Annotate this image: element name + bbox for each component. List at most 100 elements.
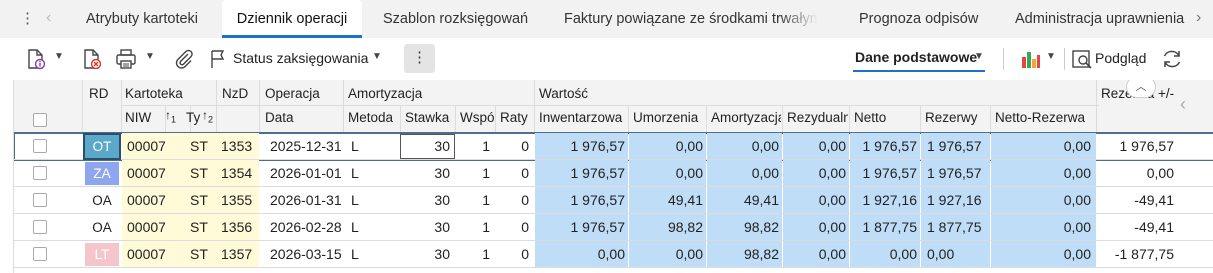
table-row[interactable]: OT000072ST13532025-12-31L30101 976,570,0… — [14, 132, 1213, 161]
date-cell[interactable]: 2026-03-15 — [260, 241, 343, 268]
coef-cell[interactable]: 1 — [456, 160, 495, 187]
tab-faktury-powiazane[interactable]: Faktury powiązane ze środkami trwałymi — [564, 0, 818, 38]
chevron-down-icon[interactable]: ▼ — [974, 51, 984, 62]
sort-asc-icon[interactable]: ↑2 — [202, 108, 213, 124]
tab-administracja-uprawnienia[interactable]: Administracja uprawnienia — [1015, 0, 1185, 38]
coef-cell[interactable]: 1 — [456, 187, 495, 214]
amortization-cell[interactable]: 0,00 — [707, 133, 782, 160]
reserve-change-cell[interactable]: 1 976,57 — [1097, 133, 1177, 160]
reserve-change-cell[interactable]: -1 877,75 — [1097, 241, 1177, 268]
niw-cell[interactable]: 000072 — [122, 241, 165, 268]
residual-cell[interactable]: 0,00 — [783, 241, 849, 268]
tabs-scroll-left-icon[interactable]: ‹ — [46, 9, 51, 27]
table-row[interactable]: OA000072ST13552026-01-31L30101 976,5749,… — [14, 187, 1213, 214]
document-delete-icon[interactable] — [81, 48, 103, 70]
net-reserve-cell[interactable]: 0,00 — [991, 160, 1096, 187]
amortization-cell[interactable]: 98,82 — [707, 241, 782, 268]
refresh-icon[interactable] — [1160, 48, 1184, 70]
installments-cell[interactable]: 0 — [496, 241, 534, 268]
date-cell[interactable]: 2026-01-31 — [260, 187, 343, 214]
table-row[interactable]: ZA000072ST13542026-01-01L30101 976,570,0… — [14, 160, 1213, 187]
net-reserve-cell[interactable]: 0,00 — [991, 214, 1096, 241]
residual-cell[interactable]: 0,00 — [783, 133, 849, 160]
row-checkbox[interactable] — [33, 139, 47, 153]
inventory-value-cell[interactable]: 1 976,57 — [535, 214, 628, 241]
reserves-cell[interactable]: 1 877,75 — [921, 214, 990, 241]
amortization-cell[interactable]: 0,00 — [707, 160, 782, 187]
type-cell[interactable]: ST — [165, 214, 216, 241]
header-niw[interactable]: NIW — [125, 110, 151, 125]
tabs-scroll-right-icon[interactable]: › — [1196, 9, 1201, 27]
coef-cell[interactable]: 1 — [456, 133, 495, 160]
installments-cell[interactable]: 0 — [496, 133, 534, 160]
inventory-value-cell[interactable]: 1 976,57 — [535, 187, 628, 214]
net-cell[interactable]: 0,00 — [850, 241, 920, 268]
scroll-left-icon[interactable]: ‹ — [1180, 94, 1186, 115]
header-inwentarzowa[interactable]: Inwentarzowa — [539, 110, 627, 125]
table-row[interactable]: OA000072ST13562026-02-28L30101 976,5798,… — [14, 214, 1213, 241]
header-rd[interactable]: RD — [89, 86, 109, 101]
type-cell[interactable]: ST — [165, 241, 216, 268]
amortization-cell[interactable]: 49,41 — [707, 187, 782, 214]
chevron-down-icon[interactable]: ▼ — [372, 51, 382, 62]
date-cell[interactable]: 2025-12-31 — [260, 133, 343, 160]
nzd-cell[interactable]: 1353 — [216, 133, 259, 160]
method-cell[interactable]: L — [344, 187, 400, 214]
preview-button[interactable]: Podgląd — [1095, 50, 1146, 66]
row-checkbox[interactable] — [33, 193, 47, 207]
header-metoda[interactable]: Metoda — [348, 110, 398, 125]
status-zaksiegowania-dropdown[interactable]: Status zaksięgowania — [233, 50, 368, 66]
tab-szablon-rozksiegowan[interactable]: Szablon rozksięgowań — [383, 0, 528, 38]
residual-cell[interactable]: 0,00 — [783, 160, 849, 187]
tab-prognoza-odpisow[interactable]: Prognoza odpisów — [859, 0, 978, 38]
reserves-cell[interactable]: 0,00 — [921, 241, 990, 268]
residual-cell[interactable]: 0,00 — [783, 187, 849, 214]
reserves-cell[interactable]: 1 927,16 — [921, 187, 990, 214]
tab-dziennik-operacji[interactable]: Dziennik operacji — [222, 0, 362, 38]
chevron-down-icon[interactable]: ▼ — [54, 51, 64, 62]
net-reserve-cell[interactable]: 0,00 — [991, 187, 1096, 214]
bar-chart-icon[interactable] — [1020, 48, 1042, 70]
reserves-cell[interactable]: 1 976,57 — [921, 133, 990, 160]
rate-cell[interactable]: 30 — [401, 160, 455, 187]
header-nzd[interactable]: NzD — [222, 86, 248, 101]
net-cell[interactable]: 1 976,57 — [850, 160, 920, 187]
net-cell[interactable]: 1 877,75 — [850, 214, 920, 241]
reserve-change-cell[interactable]: 0,00 — [1097, 160, 1177, 187]
niw-cell[interactable]: 000072 — [122, 214, 165, 241]
nzd-cell[interactable]: 1354 — [216, 160, 259, 187]
document-info-icon[interactable] — [25, 48, 47, 70]
type-cell[interactable]: ST — [165, 160, 216, 187]
reserve-change-cell[interactable]: -49,41 — [1097, 214, 1177, 241]
table-row[interactable]: LT000072ST13572026-03-15L30100,000,0098,… — [14, 241, 1213, 268]
net-reserve-cell[interactable]: 0,00 — [991, 241, 1096, 268]
depreciation-cell[interactable]: 98,82 — [629, 214, 706, 241]
reserves-cell[interactable]: 1 976,57 — [921, 160, 990, 187]
row-checkbox[interactable] — [33, 247, 47, 261]
installments-cell[interactable]: 0 — [496, 160, 534, 187]
method-cell[interactable]: L — [344, 241, 400, 268]
inventory-value-cell[interactable]: 1 976,57 — [535, 133, 628, 160]
row-checkbox[interactable] — [33, 220, 47, 234]
niw-cell[interactable]: 000072 — [122, 187, 165, 214]
type-cell[interactable]: ST — [165, 187, 216, 214]
header-data[interactable]: Data — [265, 110, 294, 125]
net-cell[interactable]: 1 927,16 — [850, 187, 920, 214]
more-options-button[interactable]: ⋮ — [404, 44, 435, 73]
depreciation-cell[interactable]: 49,41 — [629, 187, 706, 214]
date-cell[interactable]: 2026-02-28 — [260, 214, 343, 241]
paperclip-icon[interactable] — [173, 48, 195, 70]
rate-cell[interactable]: 30 — [401, 241, 455, 268]
header-wspol[interactable]: Współ — [460, 110, 494, 125]
nzd-cell[interactable]: 1355 — [216, 187, 259, 214]
header-netto-rezerwa[interactable]: Netto-Rezerwa — [995, 110, 1085, 125]
header-stawka[interactable]: Stawka — [405, 110, 449, 125]
depreciation-cell[interactable]: 0,00 — [629, 241, 706, 268]
method-cell[interactable]: L — [344, 214, 400, 241]
method-cell[interactable]: L — [344, 133, 400, 160]
flag-icon[interactable] — [208, 48, 230, 70]
coef-cell[interactable]: 1 — [456, 241, 495, 268]
tab-atrybuty-kartoteki[interactable]: Atrybuty kartoteki — [86, 0, 198, 38]
header-raty[interactable]: Raty — [500, 110, 528, 125]
sort-asc-icon[interactable]: ↑1 — [165, 108, 176, 124]
